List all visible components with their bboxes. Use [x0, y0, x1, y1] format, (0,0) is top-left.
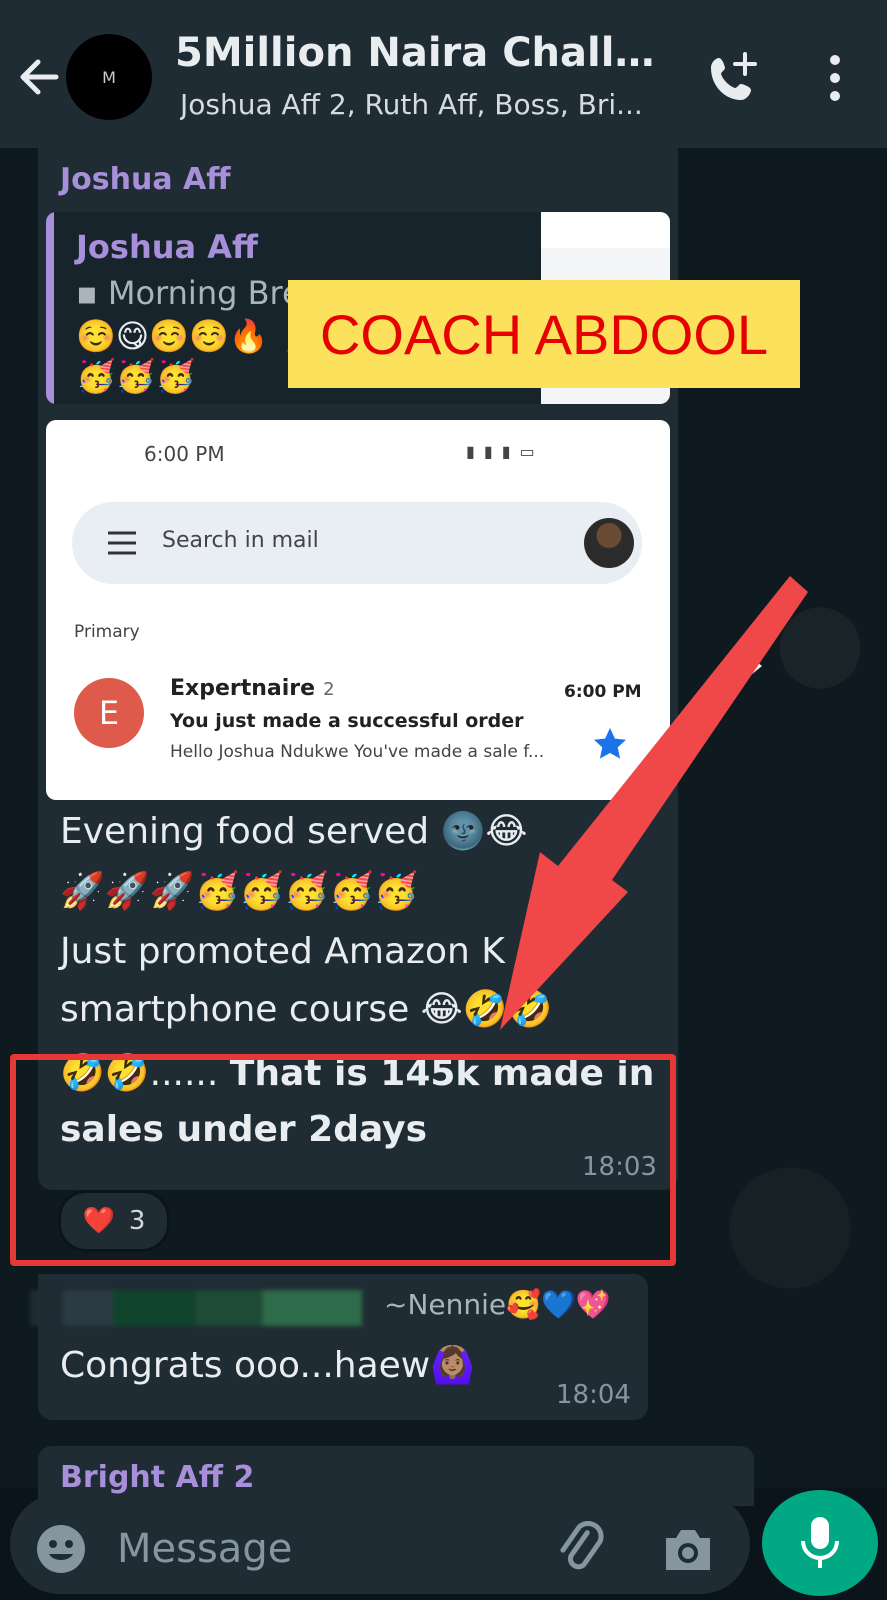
ss-sender-avatar: E	[74, 678, 144, 748]
more-vertical-icon[interactable]	[815, 50, 855, 106]
participants-list[interactable]: Joshua Aff 2, Ruth Aff, Boss, Bri...	[180, 88, 670, 121]
microphone-icon[interactable]	[762, 1490, 878, 1596]
ss-email-snippet: Hello Joshua Ndukwe You've made a sale f…	[170, 742, 545, 762]
promo-banner: COACH ABDOOL	[288, 280, 800, 388]
email-screenshot-image[interactable]: 6:00 PM ▮ ▮ ▮ ▭ Search in mail Primary E…	[46, 420, 670, 800]
ss-email-time: 6:00 PM	[564, 682, 642, 702]
message-text-line: Just promoted Amazon K	[60, 931, 505, 972]
chat-title[interactable]: 5Million Naira Challeng...	[175, 30, 675, 76]
image-icon: ▪	[76, 274, 108, 312]
quote-text-value: Morning Bre	[107, 274, 302, 312]
ss-search-bar: Search in mail	[72, 502, 642, 584]
message-text-line: smartphone course 😂🤣🤣	[60, 989, 553, 1030]
group-avatar[interactable]: M	[66, 34, 152, 120]
ss-sender-initial: E	[98, 694, 120, 732]
paperclip-icon[interactable]	[552, 1520, 610, 1578]
message-sender[interactable]: Joshua Aff	[60, 162, 231, 197]
back-arrow-icon[interactable]	[14, 52, 64, 102]
quote-text: ▪ Morning Bre	[76, 274, 302, 312]
emoji-icon[interactable]	[34, 1522, 88, 1576]
message-sender[interactable]: ~Nennie🥰💙💖	[384, 1288, 611, 1321]
message-text-line: Evening food served 🌚😂	[60, 811, 528, 852]
ss-status-time: 6:00 PM	[144, 442, 225, 466]
add-call-icon[interactable]	[705, 50, 761, 106]
quote-sender: Joshua Aff	[76, 228, 258, 266]
ss-section-label: Primary	[74, 622, 140, 642]
ss-profile-avatar	[584, 518, 634, 568]
message-input[interactable]	[115, 1518, 519, 1580]
ss-thread-count: 2	[323, 679, 335, 700]
chat-header: M 5Million Naira Challeng... Joshua Aff …	[0, 0, 887, 148]
redacted-phone-number	[30, 1290, 362, 1326]
ss-email-subject: You just made a successful order	[170, 710, 524, 732]
ss-search-placeholder: Search in mail	[162, 528, 319, 553]
highlight-box	[10, 1054, 676, 1266]
camera-icon[interactable]	[660, 1522, 716, 1576]
message-text: Congrats ooo...haew🙆🏽‍♀️	[60, 1345, 476, 1386]
hamburger-icon	[106, 530, 138, 556]
forward-icon[interactable]	[710, 644, 766, 694]
message-sender[interactable]: Bright Aff 2	[60, 1460, 254, 1495]
ss-email-sender: Expertnaire 2	[170, 676, 335, 701]
message-timestamp: 18:04	[556, 1380, 631, 1410]
ss-status-icons: ▮ ▮ ▮ ▭	[466, 442, 537, 461]
ss-sender-name: Expertnaire	[170, 676, 316, 701]
star-icon	[592, 726, 628, 762]
thumb-statusbar	[541, 212, 670, 248]
avatar-letter: M	[102, 67, 116, 87]
message-text-line: 🚀🚀🚀🥳🥳🥳🥳🥳	[60, 871, 419, 912]
quote-bar	[46, 212, 54, 404]
